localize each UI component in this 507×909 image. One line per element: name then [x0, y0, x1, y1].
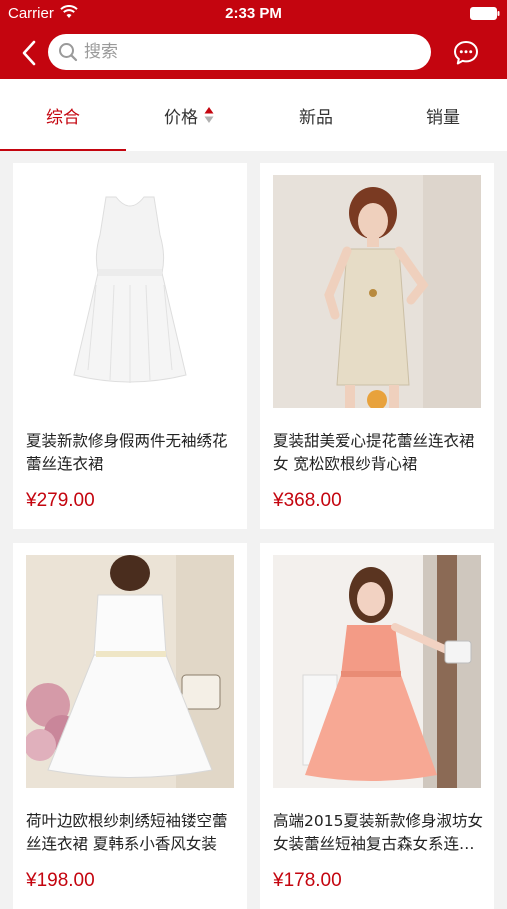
tab-price[interactable]: 价格 [126, 79, 252, 151]
search-icon [59, 43, 78, 62]
search-bar[interactable] [48, 34, 431, 70]
product-price: ¥178.00 [273, 870, 342, 891]
product-card[interactable]: 荷叶边欧根纱刺绣短袖镂空蕾丝连衣裙 夏韩系小香风女装 ¥198.00 [13, 543, 247, 909]
tab-comprehensive[interactable]: 综合 [0, 79, 126, 151]
status-bar: Carrier 2:33 PM [0, 0, 507, 27]
product-title: 高端2015夏装新款修身淑坊女女装蕾丝短袖复古森女系连衣裙 [273, 812, 483, 853]
sort-arrows-icon [204, 107, 214, 123]
product-image [26, 555, 234, 788]
tab-label: 新品 [299, 107, 333, 128]
search-input[interactable] [84, 34, 414, 70]
sort-tabs: 综合 价格 新品 销量 [0, 79, 507, 151]
product-title: 荷叶边欧根纱刺绣短袖镂空蕾丝连衣裙 夏韩系小香风女装 [26, 812, 228, 853]
product-image [26, 175, 234, 408]
back-arrow-icon[interactable] [18, 37, 40, 69]
product-price: ¥198.00 [26, 870, 95, 891]
product-card[interactable]: 夏装甜美爱心提花蕾丝连衣裙女 宽松欧根纱背心裙 ¥368.00 [260, 163, 494, 529]
product-price: ¥368.00 [273, 490, 342, 511]
navigation-bar [0, 27, 507, 79]
product-price: ¥279.00 [26, 490, 95, 511]
tab-label: 价格 [164, 107, 198, 128]
product-title: 夏装新款修身假两件无袖绣花蕾丝连衣裙 [26, 432, 228, 473]
product-title: 夏装甜美爱心提花蕾丝连衣裙女 宽松欧根纱背心裙 [273, 432, 475, 473]
active-tab-underline [0, 149, 126, 151]
product-card[interactable]: 夏装新款修身假两件无袖绣花蕾丝连衣裙 ¥279.00 [13, 163, 247, 529]
top-bar: Carrier 2:33 PM [0, 0, 507, 79]
battery-icon [470, 7, 500, 20]
tab-label: 销量 [426, 107, 460, 128]
product-image [273, 555, 481, 788]
chat-bubble-icon[interactable] [452, 39, 480, 67]
product-image [273, 175, 481, 408]
tab-sales[interactable]: 销量 [380, 79, 506, 151]
tab-label: 综合 [46, 107, 80, 128]
tab-new[interactable]: 新品 [253, 79, 379, 151]
status-time: 2:33 PM [225, 5, 282, 22]
product-card[interactable]: 高端2015夏装新款修身淑坊女女装蕾丝短袖复古森女系连衣裙 ¥178.00 [260, 543, 494, 909]
